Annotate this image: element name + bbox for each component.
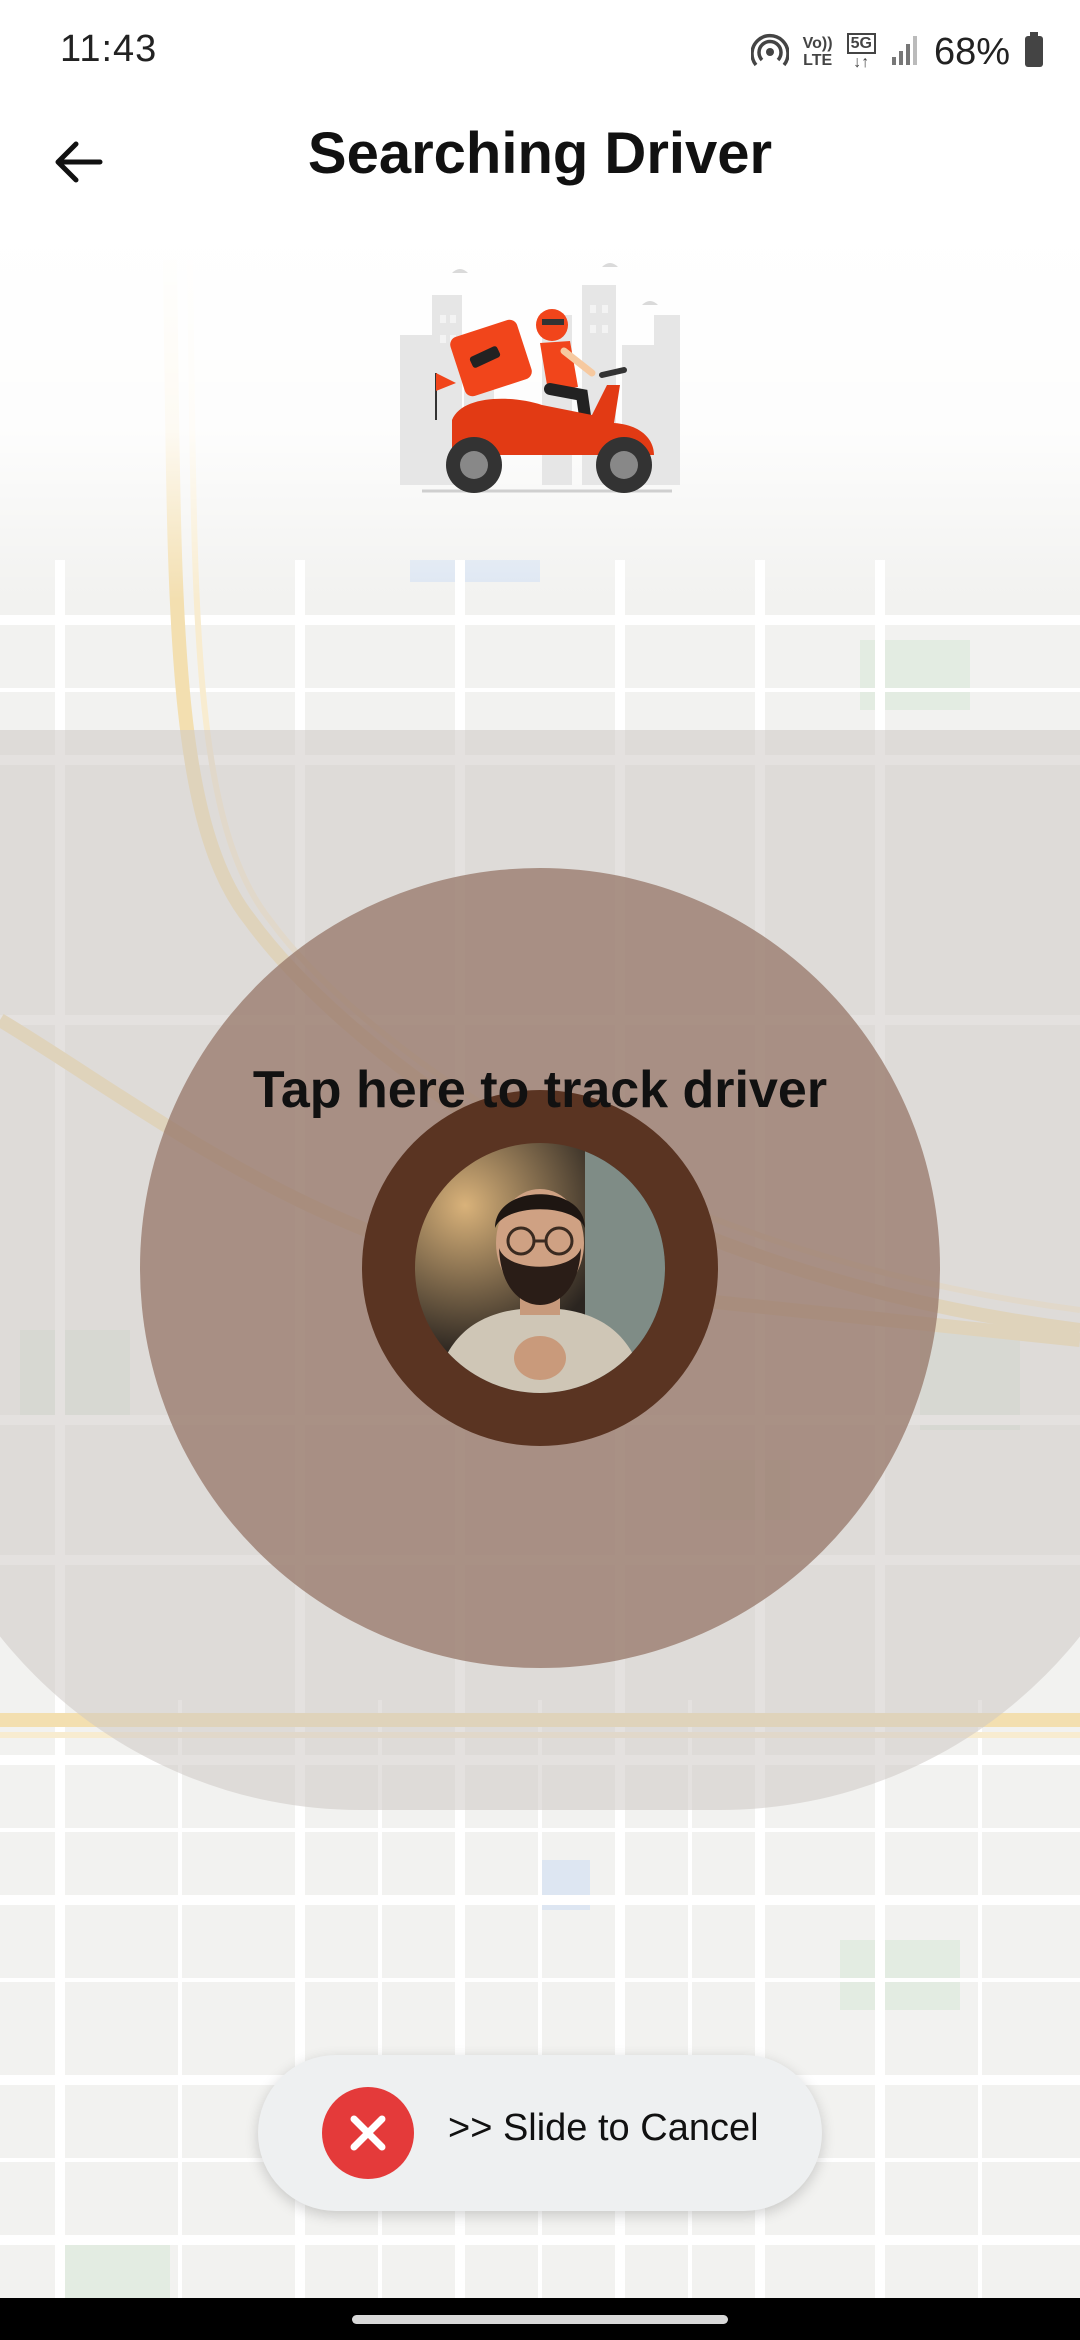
- network-type-label: 5G: [846, 33, 876, 54]
- status-icons: Vo)) LTE 5G ↓↑ 68%: [749, 30, 1044, 74]
- volte-icon: Vo)) LTE: [803, 35, 833, 69]
- battery-percent: 68%: [933, 30, 1010, 73]
- 5g-icon: 5G ↓↑: [846, 33, 876, 71]
- app-header: Searching Driver: [0, 100, 1080, 220]
- driver-avatar[interactable]: [415, 1143, 665, 1393]
- slide-to-cancel-label: >> Slide to Cancel: [448, 2107, 759, 2149]
- close-icon: [350, 2115, 386, 2151]
- delivery-scooter-illustration: [400, 263, 680, 493]
- signal-icon: [890, 33, 920, 72]
- slide-to-cancel[interactable]: >> Slide to Cancel: [258, 2055, 822, 2211]
- track-driver-link[interactable]: Tap here to track driver: [0, 1060, 1080, 1120]
- status-time: 11:43: [60, 28, 158, 70]
- volte-bottom-label: LTE: [803, 52, 833, 69]
- network-arrows-label: ↓↑: [853, 54, 870, 71]
- status-bar: 11:43 Vo)) LTE 5G ↓↑ 68%: [0, 0, 1080, 100]
- page-title: Searching Driver: [307, 121, 773, 186]
- hotspot-icon: [749, 31, 790, 74]
- system-nav-bar: [0, 2298, 1080, 2340]
- battery-icon: [1024, 31, 1044, 73]
- home-indicator[interactable]: [352, 2315, 728, 2324]
- screen: 11:43 Vo)) LTE 5G ↓↑ 68% Searching Drive…: [0, 0, 1080, 2340]
- cancel-slider-handle[interactable]: [322, 2087, 414, 2179]
- volte-top-label: Vo)): [802, 35, 833, 52]
